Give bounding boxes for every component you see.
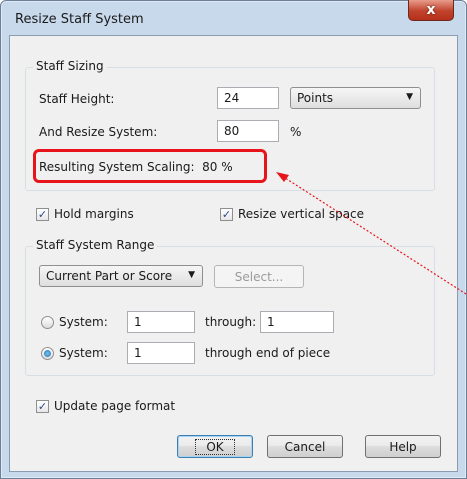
close-icon: x (426, 2, 436, 18)
system-range-label: System: (59, 315, 108, 329)
resize-system-input[interactable]: 80 (217, 120, 279, 142)
help-button[interactable]: Help (365, 435, 441, 458)
chevron-down-icon: ▼ (406, 92, 413, 102)
staff-sizing-group-label: Staff Sizing (33, 59, 107, 73)
scope-value: Current Part or Score (46, 269, 173, 283)
cancel-button[interactable]: Cancel (267, 435, 343, 458)
staff-height-label: Staff Height: (39, 92, 115, 106)
system-range-radio[interactable] (41, 316, 54, 329)
resize-staff-system-dialog: Resize Staff System x Staff Sizing Staff… (0, 0, 467, 479)
through-label: through: (205, 315, 257, 329)
hold-margins-checkbox[interactable]: ✓ (36, 208, 49, 221)
ok-button[interactable]: OK (177, 435, 253, 458)
units-dropdown[interactable]: Points ▼ (290, 87, 421, 109)
scope-dropdown[interactable]: Current Part or Score ▼ (39, 265, 203, 287)
select-button[interactable]: Select... (214, 265, 304, 288)
chevron-down-icon: ▼ (188, 270, 195, 280)
percent-unit-label: % (290, 125, 302, 139)
through-end-of-piece-label: through end of piece (205, 346, 331, 360)
resize-vertical-space-label: Resize vertical space (238, 207, 365, 221)
staff-system-range-group-label: Staff System Range (33, 238, 158, 252)
through-input[interactable]: 1 (260, 311, 334, 333)
hold-margins-label: Hold margins (54, 207, 134, 221)
system-to-end-label: System: (59, 346, 108, 360)
units-value: Points (297, 91, 334, 105)
system-to-end-radio[interactable] (41, 347, 54, 360)
dialog-title: Resize Staff System (15, 12, 144, 27)
system-start-input[interactable]: 1 (127, 311, 195, 333)
resize-vertical-space-checkbox[interactable]: ✓ (220, 208, 233, 221)
title-bar[interactable]: Resize Staff System x (1, 0, 466, 35)
staff-height-input[interactable]: 24 (217, 87, 279, 109)
annotation-highlight-box (33, 149, 267, 183)
ok-button-label: OK (195, 438, 235, 455)
dialog-body: Staff Sizing Staff Height: 24 Points ▼ A… (9, 35, 458, 472)
close-button[interactable]: x (408, 0, 454, 21)
update-page-format-checkbox[interactable]: ✓ (36, 400, 49, 413)
resize-system-label: And Resize System: (39, 125, 158, 139)
update-page-format-label: Update page format (54, 399, 176, 413)
system-to-end-input[interactable]: 1 (127, 342, 195, 364)
